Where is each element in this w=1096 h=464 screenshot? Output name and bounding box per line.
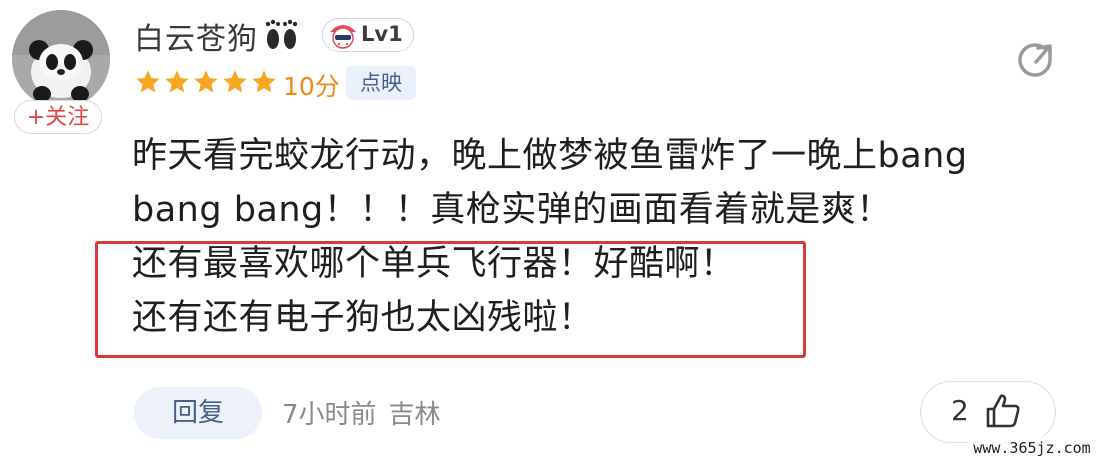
star-icon	[194, 70, 218, 93]
star-icon	[223, 70, 247, 93]
follow-button[interactable]: +关注	[14, 100, 102, 134]
thumbs-up-icon	[986, 394, 1020, 428]
level-badge: Lv1	[322, 18, 414, 52]
comment-line: bang bang！！！真枪实弹的画面看着就是爽！	[132, 190, 892, 230]
watermark: www.365jz.com	[968, 436, 1096, 460]
star-icon	[136, 70, 160, 93]
reply-button[interactable]: 回复	[134, 387, 262, 439]
highlight-box	[95, 241, 806, 358]
rating-score: 10分	[283, 72, 340, 101]
mascot-icon	[330, 25, 356, 49]
post-location: 吉林	[388, 400, 441, 430]
comment-meta: 7小时前 吉林	[282, 394, 441, 431]
username[interactable]: 白云苍狗	[134, 14, 258, 58]
like-count: 2	[951, 394, 969, 427]
share-icon[interactable]	[1014, 40, 1060, 82]
panda-avatar-image	[12, 10, 110, 108]
post-time: 7小时前	[282, 400, 377, 430]
footprints-icon	[265, 19, 298, 49]
source-tag: 点映	[346, 66, 416, 100]
comment-line: 昨天看完蛟龙行动，晚上做梦被鱼雷炸了一晚上bang	[132, 136, 968, 176]
like-button[interactable]: 2	[920, 381, 1056, 443]
avatar[interactable]	[12, 10, 110, 108]
star-icon	[252, 70, 276, 93]
star-icon	[165, 70, 189, 93]
level-text: Lv1	[361, 22, 403, 46]
